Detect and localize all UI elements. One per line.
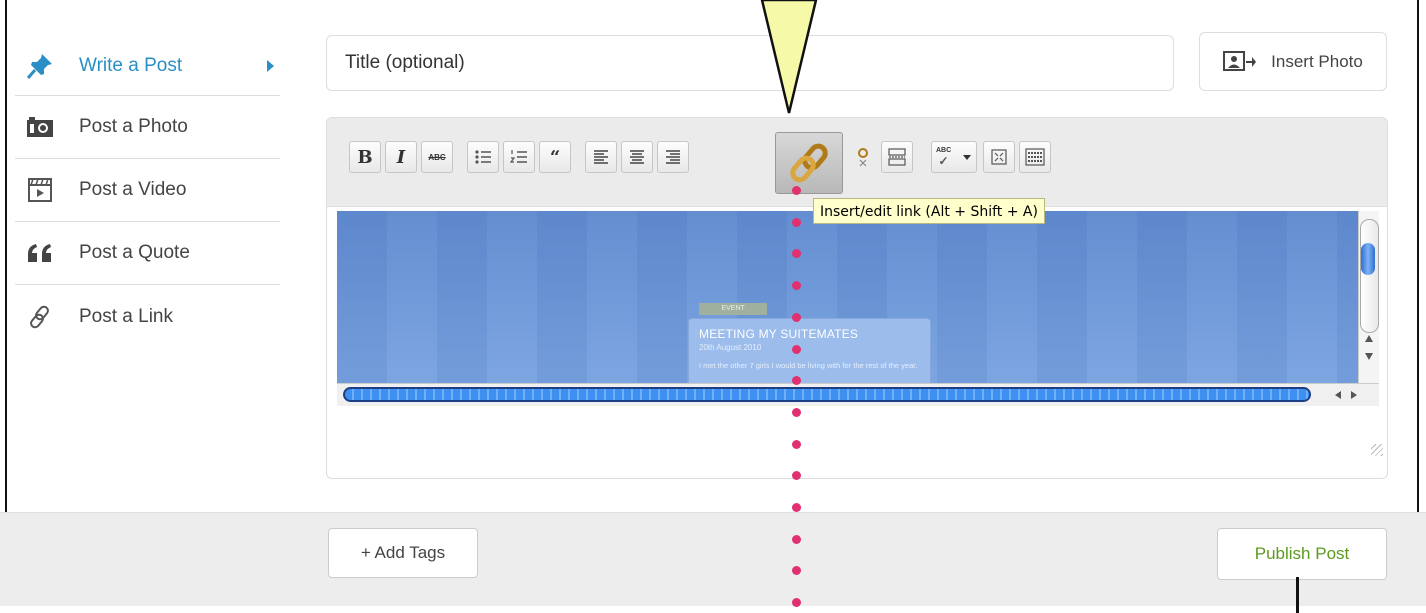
guide-dot	[792, 344, 801, 354]
guide-dot	[792, 598, 801, 608]
guide-dot	[792, 534, 801, 544]
dotted-guide-line	[792, 182, 804, 613]
spellcheck-button[interactable]: ABC ✓	[931, 141, 977, 173]
card-date: 20th August 2010	[699, 343, 762, 352]
guide-dot	[792, 407, 801, 417]
sidebar-item-label: Write a Post	[79, 54, 183, 76]
numbered-list-icon	[510, 150, 527, 163]
unlink-icon	[858, 148, 868, 167]
vertical-scrollbar[interactable]	[1358, 211, 1379, 383]
editor-content-area[interactable]: EVENT MEETING MY SUITEMATES 20th August …	[337, 211, 1379, 406]
card-body: I met the other 7 girls I would be livin…	[699, 361, 918, 370]
strikethrough-button[interactable]: ABC	[421, 141, 453, 173]
guide-dot	[792, 439, 801, 449]
chevron-down-icon	[963, 155, 971, 160]
resize-handle-icon[interactable]	[1371, 444, 1383, 456]
bold-button[interactable]: B	[349, 141, 381, 173]
publish-post-button[interactable]: Publish Post	[1217, 528, 1387, 580]
link-icon	[15, 304, 65, 330]
insert-link-button[interactable]	[775, 132, 843, 194]
guide-dot	[792, 249, 801, 259]
quote-icon	[15, 242, 65, 264]
guide-dot	[792, 471, 801, 481]
numbered-list-button[interactable]	[503, 141, 535, 173]
bullet-list-button[interactable]	[467, 141, 499, 173]
more-tag-button[interactable]	[881, 141, 913, 173]
align-left-button[interactable]	[585, 141, 617, 173]
guide-dot	[792, 281, 801, 291]
sidebar-item-post-video[interactable]: Post a Video	[15, 159, 280, 222]
align-center-icon	[630, 150, 644, 164]
horizontal-scroll-thumb[interactable]	[343, 387, 1311, 402]
blockquote-button[interactable]: “	[539, 141, 571, 173]
guide-dot	[792, 217, 801, 227]
sidebar-item-post-link[interactable]: Post a Link	[15, 285, 280, 348]
camera-icon	[15, 115, 65, 139]
composer-footer	[0, 512, 1426, 606]
video-icon	[15, 177, 65, 203]
guide-dot	[792, 503, 801, 512]
spellcheck-icon: ABC ✓	[936, 147, 952, 168]
unlink-button[interactable]	[847, 141, 879, 173]
scroll-thumb[interactable]	[1361, 243, 1375, 275]
kitchen-sink-button[interactable]	[1019, 141, 1051, 173]
link-tooltip: Insert/edit link (Alt + Shift + A)	[813, 198, 1045, 224]
fullscreen-button[interactable]	[983, 141, 1015, 173]
publish-leader-line	[1296, 577, 1299, 613]
align-right-icon	[666, 150, 680, 164]
sidebar-item-label: Post a Video	[79, 179, 187, 200]
insert-photo-button[interactable]: Insert Photo	[1199, 32, 1387, 91]
fullscreen-icon	[991, 149, 1007, 165]
sidebar-item-label: Post a Link	[79, 305, 173, 327]
guide-dot	[792, 566, 801, 576]
insert-photo-label: Insert Photo	[1271, 51, 1363, 71]
italic-button[interactable]: I	[385, 141, 417, 173]
chevron-right-icon	[267, 59, 274, 72]
sidebar-item-label: Post a Photo	[79, 116, 188, 137]
horizontal-scrollbar[interactable]	[337, 383, 1379, 406]
guide-dot	[792, 312, 801, 322]
card-title: MEETING MY SUITEMATES	[699, 327, 859, 341]
toolbar-toggle-icon	[1025, 148, 1045, 166]
read-more-icon	[888, 148, 906, 166]
align-right-button[interactable]	[657, 141, 689, 173]
bullet-list-icon	[475, 150, 491, 164]
pin-icon	[15, 51, 65, 81]
title-input[interactable]	[326, 35, 1174, 91]
blockquote-icon: “	[549, 146, 561, 168]
align-center-button[interactable]	[621, 141, 653, 173]
sidebar-item-write-post[interactable]: Write a Post	[15, 36, 280, 96]
sidebar-item-post-photo[interactable]: Post a Photo	[15, 96, 280, 159]
guide-dot	[792, 186, 801, 195]
sidebar-item-label: Post a Quote	[79, 242, 190, 263]
chain-link-icon	[790, 143, 828, 183]
scroll-track	[1360, 219, 1379, 333]
insert-image-icon	[1223, 50, 1257, 73]
blog-post-card: MEETING MY SUITEMATES 20th August 2010 I…	[688, 318, 931, 383]
scroll-left-icon[interactable]	[1335, 391, 1341, 399]
scroll-down-icon[interactable]	[1365, 353, 1373, 360]
align-left-icon	[594, 150, 608, 164]
event-tag: EVENT	[699, 303, 767, 315]
embedded-blog-preview: EVENT MEETING MY SUITEMATES 20th August …	[337, 211, 1359, 383]
post-editor: B I ABC “ ABC ✓ EVENT MEETING MY SUITEMA…	[326, 117, 1388, 479]
add-tags-button[interactable]: + Add Tags	[328, 528, 478, 578]
scroll-up-icon[interactable]	[1365, 335, 1373, 342]
editor-toolbar: B I ABC “ ABC ✓	[327, 118, 1387, 207]
scroll-right-icon[interactable]	[1351, 391, 1357, 399]
post-type-sidebar: Write a Post Post a Photo Post a Video P…	[15, 36, 280, 348]
sidebar-item-post-quote[interactable]: Post a Quote	[15, 222, 280, 285]
callout-pointer-arrow	[760, 0, 818, 114]
guide-dot	[792, 376, 801, 386]
